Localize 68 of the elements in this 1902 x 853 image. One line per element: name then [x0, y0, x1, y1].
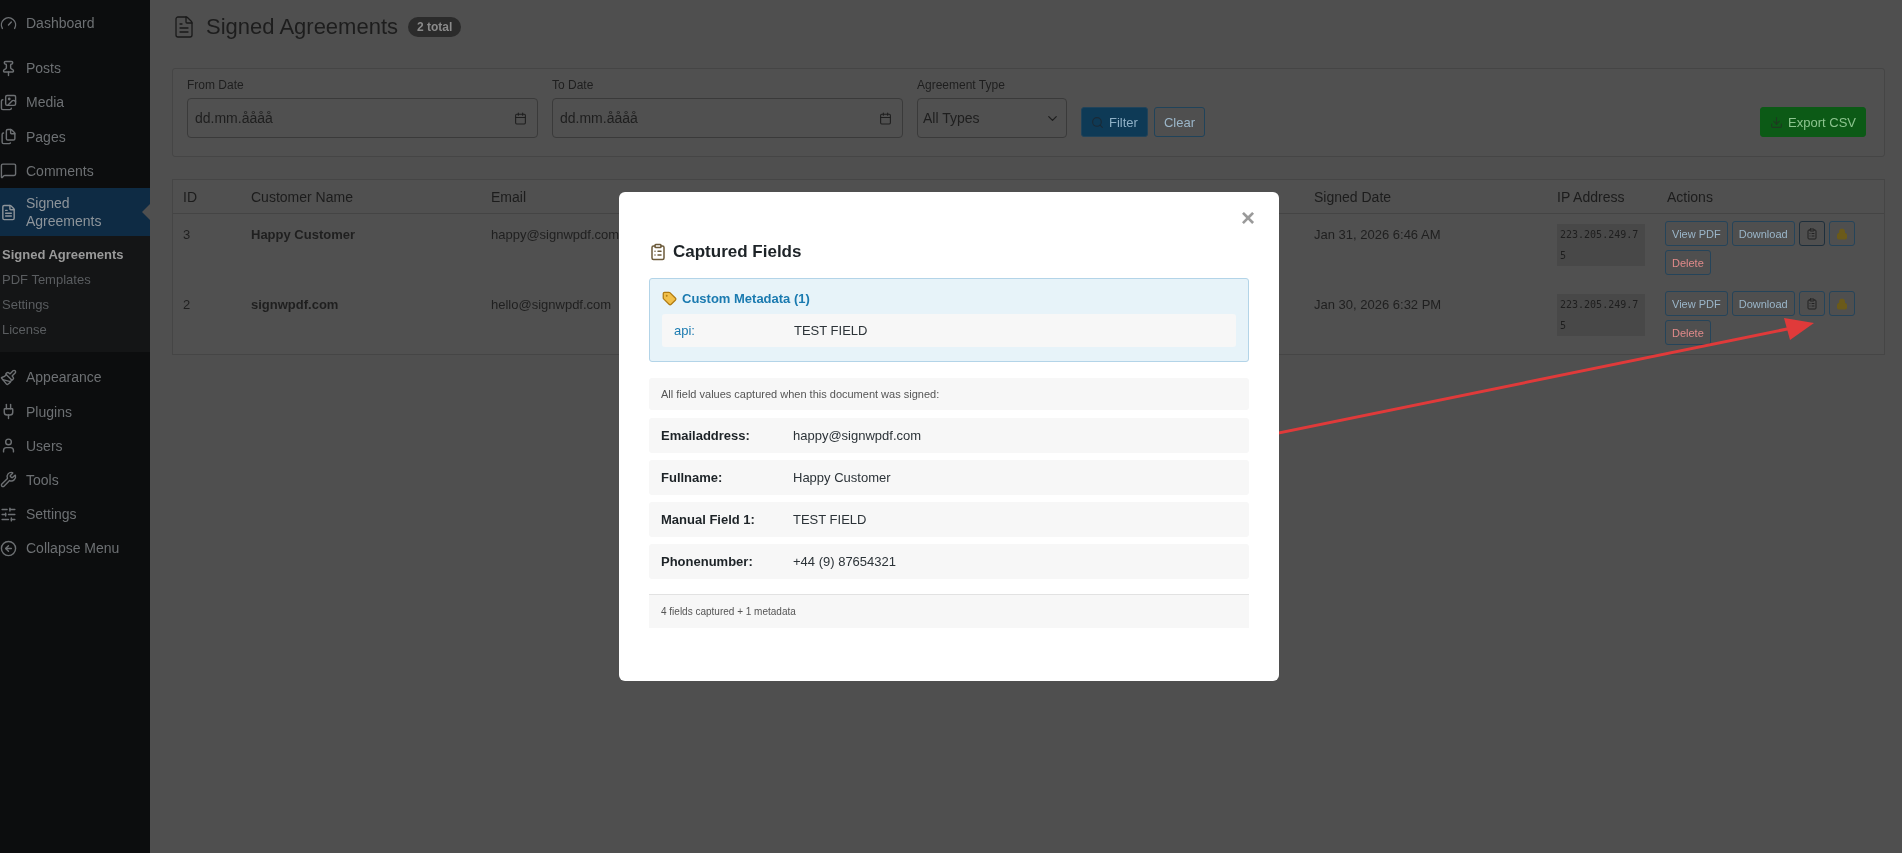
collapse-menu-button[interactable]: Collapse Menu — [0, 531, 150, 566]
submenu-item[interactable]: License — [0, 317, 150, 343]
field-name: Phonenumber: — [661, 554, 754, 569]
lock-icon — [1835, 227, 1848, 240]
tag-icon — [662, 291, 677, 306]
menu-item[interactable]: Posts — [0, 51, 150, 86]
field-value: happy@signwpdf.com — [793, 428, 923, 443]
menu-icon — [0, 505, 17, 523]
calendar-icon — [879, 111, 892, 125]
menu-item[interactable]: Settings — [0, 497, 150, 532]
calendar-icon — [514, 111, 527, 125]
clipboard-icon — [649, 243, 667, 261]
delete-button[interactable]: Delete — [1665, 250, 1711, 275]
document-icon — [172, 15, 196, 39]
download-button[interactable]: Download — [1731, 221, 1795, 246]
view-pdf-button[interactable]: View PDF — [1665, 221, 1728, 246]
fields-button[interactable] — [1798, 291, 1825, 316]
count-badge: 2 total — [408, 17, 462, 37]
field-name: Manual Field 1: — [661, 512, 756, 527]
menu-icon — [0, 162, 17, 180]
field-value: Happy Customer — [793, 470, 892, 485]
menu-icon — [0, 128, 17, 146]
menu-icon — [0, 203, 17, 221]
menu-item[interactable]: Signed Agreements — [0, 187, 150, 237]
menu-icon — [0, 14, 17, 32]
collapse-icon — [0, 539, 17, 557]
menu-icon — [0, 93, 17, 111]
export-csv-button[interactable]: Export CSV — [1760, 107, 1866, 137]
menu-icon — [0, 437, 17, 455]
dialog-title: Captured Fields — [673, 242, 802, 262]
view-pdf-button[interactable]: View PDF — [1665, 291, 1728, 316]
menu-icon — [0, 59, 17, 77]
delete-button[interactable]: Delete — [1665, 320, 1711, 345]
menu-item[interactable]: Plugins — [0, 394, 150, 429]
filter-button[interactable]: Filter — [1081, 107, 1148, 137]
menu-item[interactable]: Dashboard — [0, 6, 150, 41]
close-button[interactable]: × — [1237, 204, 1259, 232]
field-name: Emailaddress: — [661, 428, 751, 443]
submenu-item[interactable]: PDF Templates — [0, 267, 150, 293]
download-button[interactable]: Download — [1731, 291, 1795, 316]
menu-icon — [0, 471, 17, 489]
menu-item[interactable]: Media — [0, 85, 150, 120]
metadata-key: api: — [674, 323, 794, 338]
field-value: +44 (9) 87654321 — [793, 554, 897, 569]
field-value: TEST FIELD — [793, 512, 868, 527]
intro-text: All field values captured when this document was signed: — [649, 378, 1249, 410]
submenu-item[interactable]: Settings — [0, 292, 150, 318]
menu-icon — [0, 368, 17, 386]
clipboard-icon — [1805, 227, 1818, 240]
field-name: Fullname: — [661, 470, 724, 485]
clipboard-icon — [1805, 297, 1818, 310]
clear-button[interactable]: Clear — [1153, 107, 1205, 137]
menu-item[interactable]: Pages — [0, 119, 150, 154]
menu-item[interactable]: Tools — [0, 462, 150, 498]
menu-item[interactable]: Appearance — [0, 360, 150, 395]
download-icon — [1770, 115, 1784, 129]
menu-item[interactable]: Users — [0, 428, 150, 463]
summary-footer: 4 fields captured + 1 metadata — [649, 594, 1249, 628]
submenu-item[interactable]: Signed Agreements — [0, 242, 150, 268]
menu-item[interactable]: Comments — [0, 153, 150, 188]
lock-button[interactable] — [1828, 291, 1855, 316]
lock-icon — [1835, 297, 1848, 310]
metadata-title: Custom Metadata (1) — [682, 291, 810, 306]
current-page-pointer — [142, 204, 150, 221]
fields-button[interactable] — [1798, 221, 1825, 246]
search-icon — [1091, 115, 1104, 129]
lock-button[interactable] — [1828, 221, 1855, 246]
metadata-value: TEST FIELD — [794, 323, 869, 338]
